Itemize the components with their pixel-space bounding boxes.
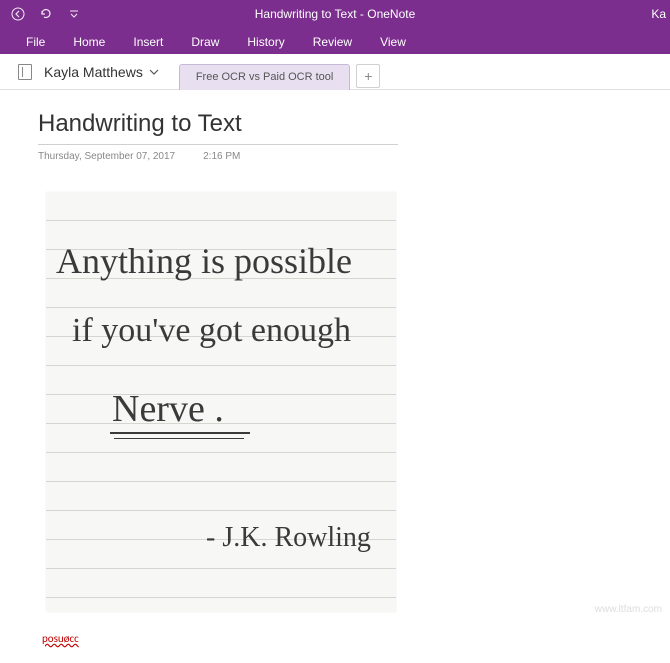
tab-file[interactable]: File: [12, 30, 59, 54]
tab-draw[interactable]: Draw: [177, 30, 233, 54]
undo-icon[interactable]: [36, 4, 56, 24]
page-canvas[interactable]: Handwriting to Text Thursday, September …: [0, 90, 670, 645]
window-title: Handwriting to Text - OneNote: [255, 7, 416, 21]
qat-customize-icon[interactable]: [64, 4, 84, 24]
ocr-output-text[interactable]: posuøcc: [42, 632, 670, 645]
tab-review[interactable]: Review: [299, 30, 366, 54]
chevron-down-icon: [149, 68, 159, 76]
tab-home[interactable]: Home: [59, 30, 119, 54]
tab-history[interactable]: History: [233, 30, 298, 54]
section-tab[interactable]: Free OCR vs Paid OCR tool: [179, 64, 351, 90]
underline-stroke: [110, 432, 250, 434]
watermark: www.ltfam.com: [595, 604, 662, 615]
title-bar: Handwriting to Text - OneNote Ka: [0, 0, 670, 28]
inserted-image[interactable]: Anything is possible if you've got enoug…: [46, 192, 396, 612]
page-date[interactable]: Thursday, September 07, 2017: [38, 151, 175, 162]
tab-insert[interactable]: Insert: [119, 30, 177, 54]
handwriting-line: if you've got enough: [72, 312, 351, 350]
underline-stroke: [114, 438, 244, 439]
page-title[interactable]: Handwriting to Text: [38, 110, 398, 145]
page-time[interactable]: 2:16 PM: [203, 151, 240, 162]
notebook-name-label: Kayla Matthews: [44, 64, 143, 80]
notebook-dropdown[interactable]: Kayla Matthews: [10, 60, 167, 84]
back-icon[interactable]: [8, 4, 28, 24]
handwriting-line: Anything is possible: [56, 240, 352, 282]
add-section-button[interactable]: +: [356, 64, 380, 88]
ribbon-tabs: File Home Insert Draw History Review Vie…: [0, 28, 670, 54]
page-meta: Thursday, September 07, 2017 2:16 PM: [38, 151, 670, 162]
handwriting-line: Nerve .: [112, 387, 224, 431]
notebook-nav-bar: Kayla Matthews Free OCR vs Paid OCR tool…: [0, 54, 670, 90]
tab-view[interactable]: View: [366, 30, 420, 54]
notebook-icon: [18, 64, 32, 80]
section-tab-strip: Free OCR vs Paid OCR tool +: [179, 54, 381, 89]
user-name-snippet[interactable]: Ka: [651, 7, 670, 21]
handwriting-attribution: - J.K. Rowling: [206, 522, 371, 554]
